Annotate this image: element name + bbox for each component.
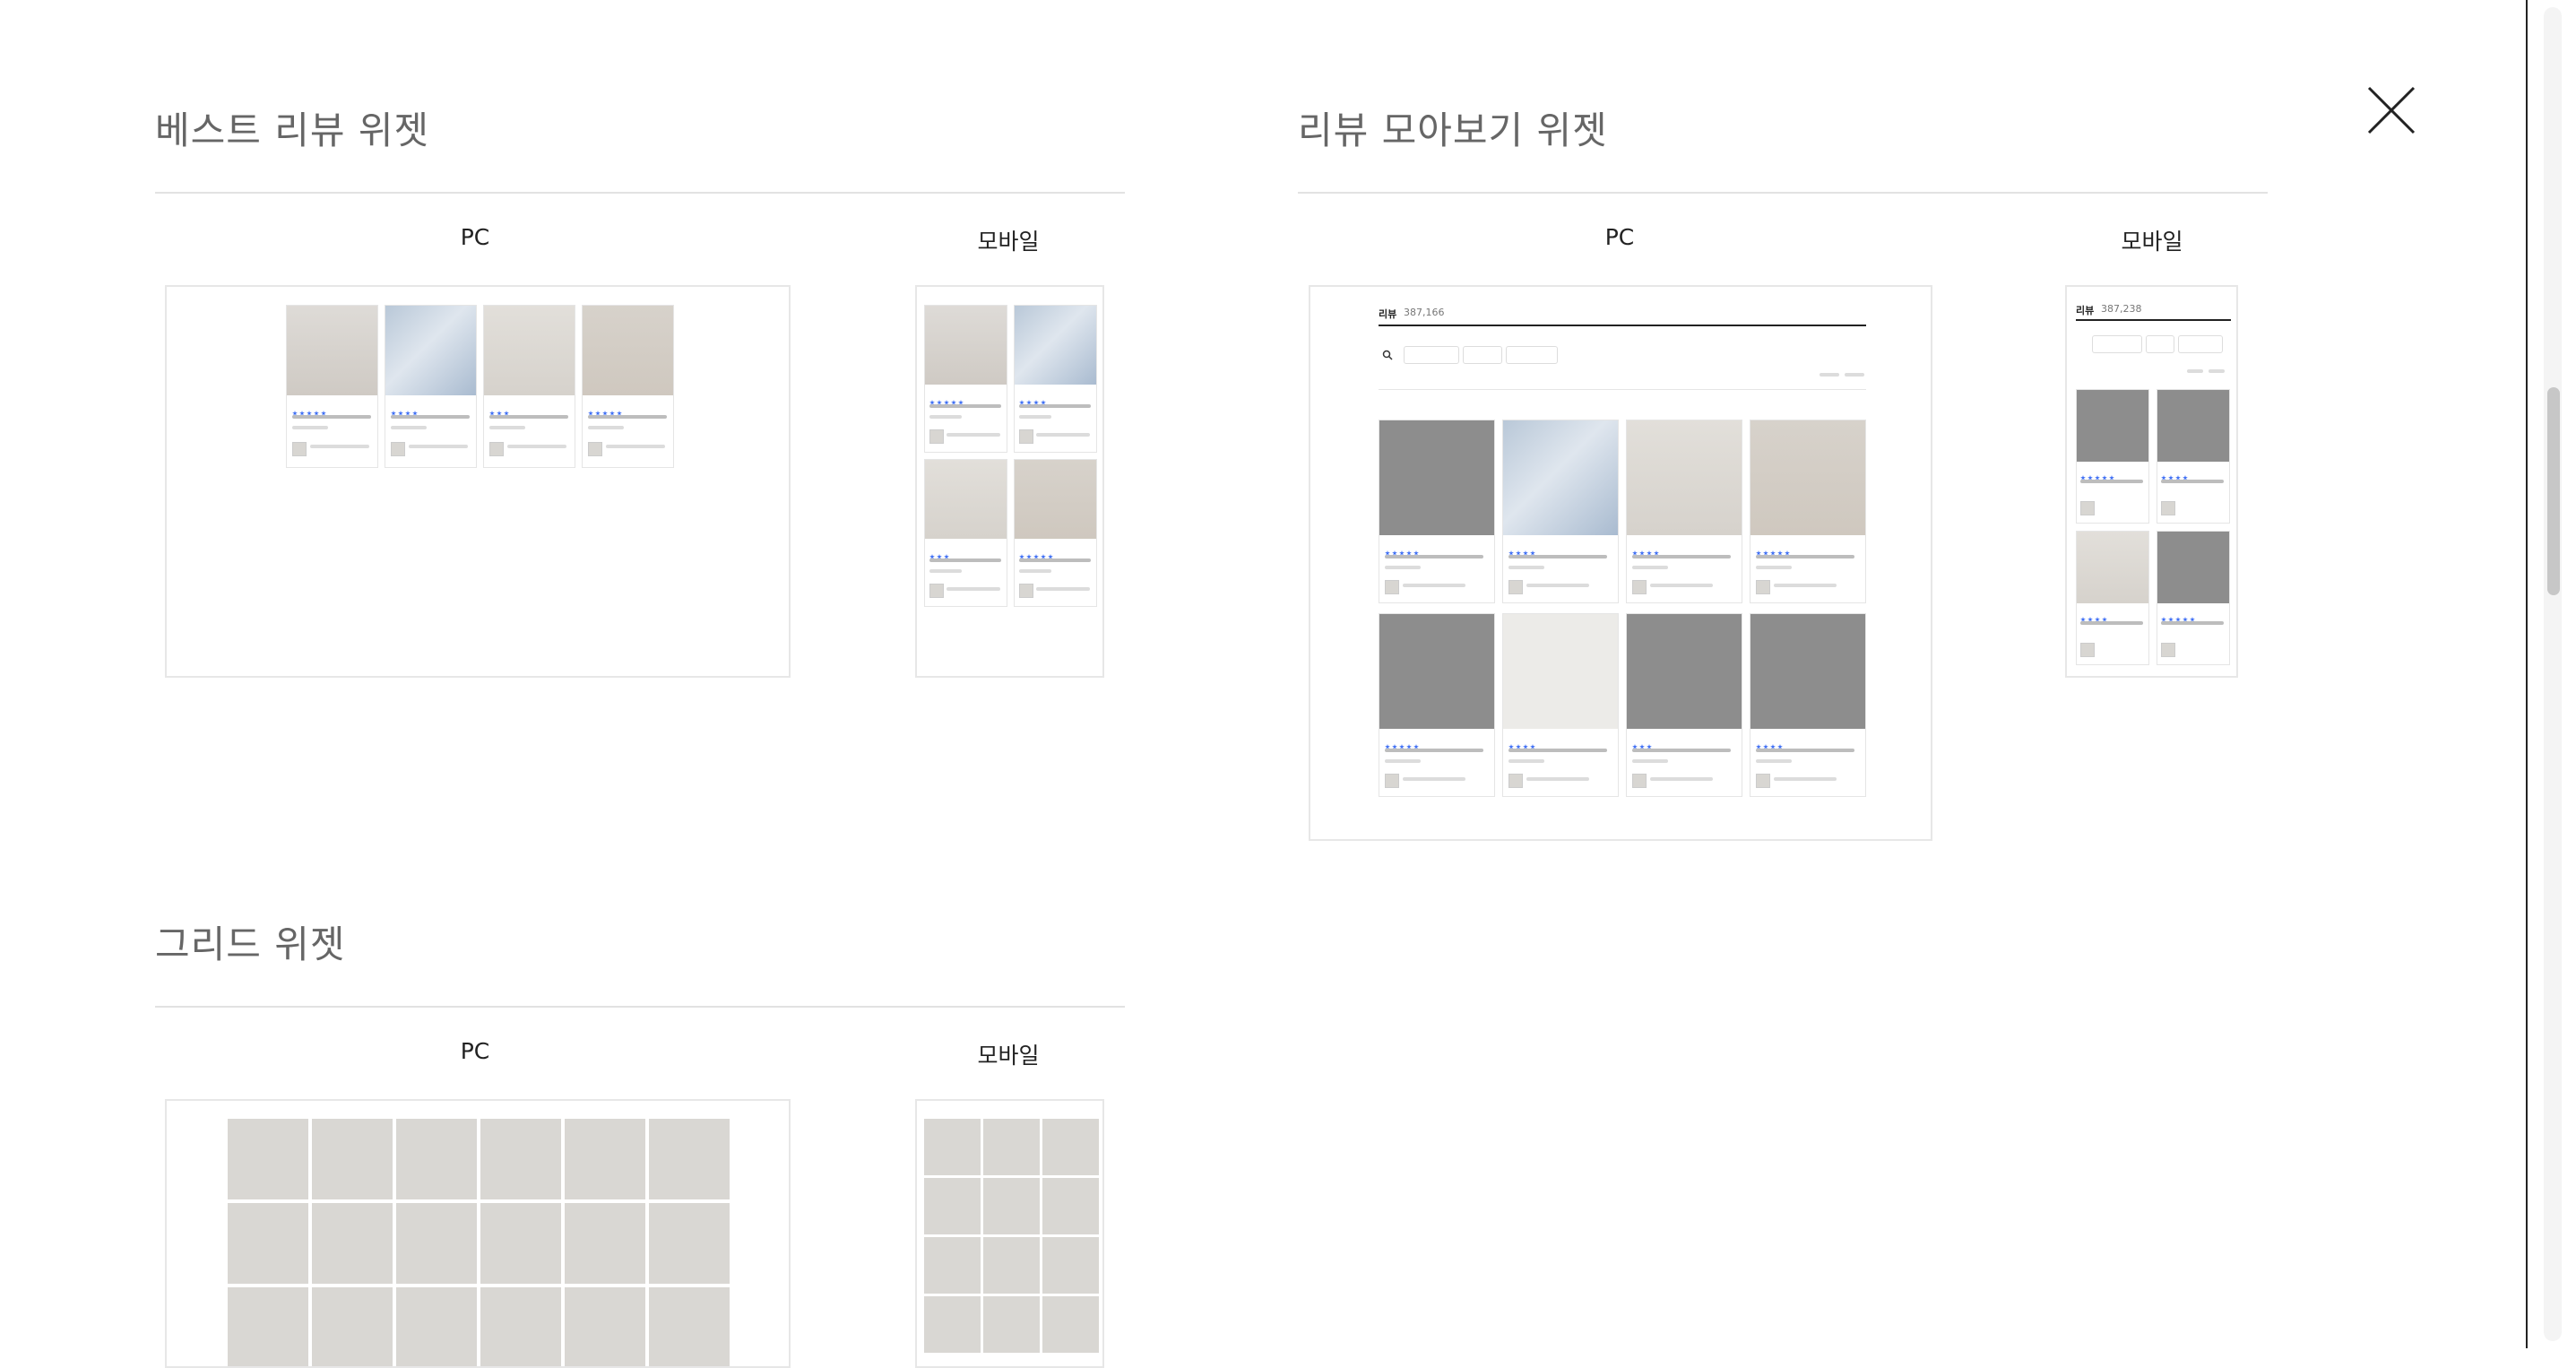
best-review-divider bbox=[155, 192, 1125, 194]
scrollbar-thumb[interactable] bbox=[2547, 387, 2560, 595]
review-collection-mobile-label: 모바일 bbox=[2121, 229, 2183, 255]
best-review-title: 베스트 리뷰 위젯 bbox=[155, 108, 430, 152]
review-card bbox=[286, 305, 378, 468]
star-icon bbox=[292, 403, 328, 416]
review-count: 387,238 bbox=[2101, 303, 2142, 315]
best-review-mobile-preview[interactable] bbox=[915, 285, 1104, 678]
widget-gallery-modal: 베스트 리뷰 위젯 PC 모바일 리뷰 모아보기 위젯 PC 모바일 리뷰 38… bbox=[0, 0, 2528, 1368]
review-card bbox=[924, 305, 1007, 453]
review-card bbox=[385, 305, 477, 468]
review-collection-pc-preview[interactable]: 리뷰 387,166 bbox=[1309, 285, 1932, 841]
star-icon bbox=[588, 403, 624, 416]
grid-widget-mobile-preview[interactable] bbox=[915, 1099, 1104, 1368]
scrollbar-track bbox=[2544, 7, 2562, 1341]
star-icon bbox=[489, 403, 511, 416]
grid-widget-divider bbox=[155, 1006, 1125, 1008]
review-card bbox=[483, 305, 575, 468]
review-collection-divider bbox=[1298, 192, 2268, 194]
review-card bbox=[924, 459, 1007, 607]
review-heading: 리뷰 bbox=[1379, 308, 1397, 320]
review-collection-mobile-preview[interactable]: 리뷰 387,238 bbox=[2065, 285, 2238, 678]
review-card bbox=[1014, 305, 1097, 453]
best-review-pc-label: PC bbox=[460, 224, 490, 250]
filter-chip bbox=[1404, 346, 1459, 364]
review-count: 387,166 bbox=[1404, 307, 1445, 318]
star-icon bbox=[391, 403, 419, 416]
review-collection-pc-label: PC bbox=[1604, 224, 1635, 250]
close-icon bbox=[2367, 86, 2416, 134]
grid-widget-pc-preview[interactable] bbox=[165, 1099, 791, 1368]
filter-chip bbox=[1506, 346, 1558, 364]
review-card bbox=[582, 305, 674, 468]
grid-widget-mobile-label: 모바일 bbox=[977, 1043, 1040, 1069]
review-heading: 리뷰 bbox=[2076, 305, 2095, 316]
scrollbar[interactable] bbox=[2529, 0, 2576, 1348]
best-review-pc-preview[interactable] bbox=[165, 285, 791, 678]
filter-chip bbox=[1463, 346, 1502, 364]
review-collection-title: 리뷰 모아보기 위젯 bbox=[1298, 108, 1608, 152]
best-review-mobile-label: 모바일 bbox=[977, 229, 1040, 255]
close-button[interactable] bbox=[2366, 85, 2416, 135]
review-card bbox=[1014, 459, 1097, 607]
grid-widget-title: 그리드 위젯 bbox=[155, 922, 346, 966]
grid-widget-pc-label: PC bbox=[460, 1038, 490, 1064]
search-icon bbox=[1382, 350, 1393, 360]
